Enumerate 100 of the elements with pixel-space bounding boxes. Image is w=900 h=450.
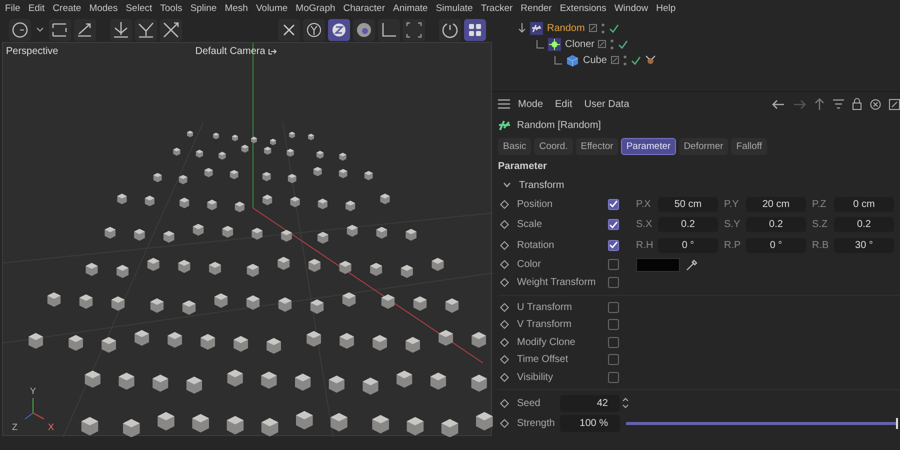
keyframe-diamond-icon[interactable] [500, 398, 509, 408]
viewport-panel[interactable]: Perspective Default Camera Y Z X [2, 42, 492, 436]
chevron-icon[interactable] [503, 182, 511, 188]
menu-item[interactable]: Tracker [480, 3, 513, 14]
number-field[interactable]: 50 cm [658, 196, 718, 212]
axis-label: X [48, 422, 54, 432]
menu-item[interactable]: Render [520, 3, 552, 14]
checkbox[interactable] [608, 259, 619, 270]
menu-item[interactable]: Simulate [436, 3, 473, 14]
checkbox[interactable] [608, 336, 619, 348]
keyframe-diamond-icon[interactable] [500, 419, 509, 428]
menu-item[interactable]: MoGraph [296, 3, 336, 14]
field-label: R.H [636, 240, 654, 251]
menu-item[interactable]: Edit [555, 98, 572, 110]
keyframe-diamond-icon[interactable] [500, 240, 509, 250]
checkbox[interactable] [608, 198, 619, 210]
number-field[interactable]: 0.2 [746, 217, 806, 232]
axis-label: Y [30, 386, 36, 396]
effector-icon [530, 22, 543, 34]
menu-item[interactable]: Character [343, 3, 385, 14]
checkbox[interactable] [608, 302, 619, 313]
menu-item[interactable]: Tools [160, 3, 182, 14]
check-icon[interactable] [608, 24, 619, 32]
maximize-icon[interactable] [889, 98, 900, 110]
checkbox[interactable] [608, 219, 619, 230]
checkbox[interactable] [608, 372, 619, 383]
back-arrow-icon[interactable] [772, 98, 785, 110]
visibility-dots-icon[interactable] [622, 54, 627, 66]
checkbox[interactable] [608, 277, 619, 288]
checkbox[interactable] [608, 319, 619, 330]
keyframe-diamond-icon[interactable] [500, 220, 509, 230]
number-field[interactable]: 0 ° [746, 238, 806, 253]
menu-item[interactable]: User Data [584, 98, 630, 110]
number-field[interactable]: 0.2 [658, 217, 718, 232]
parameter-label: Time Offset [517, 354, 570, 366]
menu-item[interactable]: Window [614, 3, 648, 14]
axis-icon[interactable] [135, 18, 157, 40]
corner-icon[interactable] [378, 18, 400, 40]
tab[interactable]: Parameter [621, 138, 676, 154]
axis-icon[interactable] [110, 18, 132, 40]
tab[interactable]: Coord. [534, 138, 573, 154]
layer-icon [598, 40, 606, 48]
tab[interactable]: Deformer [678, 138, 728, 154]
color-swatch[interactable] [636, 258, 680, 272]
spinner-icon[interactable] [622, 397, 629, 410]
object-name[interactable]: Cube [583, 54, 607, 66]
check-icon[interactable] [618, 40, 628, 48]
number-field[interactable]: 0 ° [658, 238, 718, 253]
lock-icon[interactable] [852, 98, 862, 110]
parameter-label: Scale [517, 219, 544, 230]
tab[interactable]: Effector [576, 138, 618, 154]
hierarchy-line-icon [536, 40, 544, 48]
axis-label: Z [12, 422, 18, 432]
checkbox[interactable] [608, 354, 619, 366]
menu-item[interactable]: Volume [256, 3, 288, 14]
menu-item[interactable]: Modes [89, 3, 118, 14]
caret-icon[interactable] [36, 26, 44, 34]
up-arrow-icon[interactable] [814, 98, 825, 110]
object-title: Random [Random] [517, 120, 601, 130]
parameter-label: Color [517, 259, 542, 270]
eyedropper-icon[interactable] [686, 258, 698, 271]
number-field[interactable]: 30 ° [834, 238, 894, 253]
cloner-icon [548, 38, 561, 50]
tab[interactable]: Basic [498, 138, 532, 154]
checkbox[interactable] [608, 240, 619, 251]
close-icon[interactable] [870, 98, 881, 110]
object-name[interactable]: Random [547, 22, 585, 34]
visibility-dots-icon[interactable] [610, 38, 614, 50]
number-field[interactable]: 20 cm [746, 196, 806, 212]
check-icon[interactable] [630, 56, 641, 64]
object-name[interactable]: Cloner [565, 38, 594, 50]
menu-item[interactable]: Edit [28, 3, 45, 14]
slider-fill[interactable] [626, 422, 898, 426]
menu-item[interactable]: Animate [392, 3, 428, 14]
visibility-dots-icon[interactable] [600, 22, 605, 34]
grid-layout-icon[interactable] [464, 18, 486, 40]
menu-item[interactable]: Select [126, 3, 152, 14]
number-field[interactable]: 100 % [560, 415, 620, 432]
menu-item[interactable]: Help [656, 3, 676, 14]
axis-icon[interactable] [160, 18, 182, 40]
filter-icon[interactable] [833, 99, 844, 109]
number-field[interactable]: 0 cm [834, 196, 894, 212]
menu-item[interactable]: Spline [190, 3, 217, 14]
parameter-label: V Transform [517, 319, 572, 330]
number-field[interactable]: 0.2 [834, 217, 894, 232]
tab[interactable]: Falloff [731, 138, 767, 154]
expand-icon[interactable] [403, 18, 425, 40]
menu-icon[interactable] [498, 99, 510, 109]
arrow-down-icon [518, 23, 526, 33]
menu-item[interactable]: Mode [518, 98, 544, 110]
frame-icon[interactable] [49, 18, 71, 40]
menu-item[interactable]: Mesh [224, 3, 248, 14]
menu-item[interactable]: File [5, 3, 20, 14]
number-field[interactable]: 42 [560, 394, 620, 412]
layer-icon [610, 56, 619, 64]
menu-item[interactable]: Create [52, 3, 82, 14]
keyframe-diamond-icon[interactable] [500, 200, 509, 209]
camera-name: Default Camera [195, 46, 266, 57]
menu-item[interactable]: Extensions [560, 3, 606, 14]
slider-handle[interactable] [896, 418, 898, 430]
